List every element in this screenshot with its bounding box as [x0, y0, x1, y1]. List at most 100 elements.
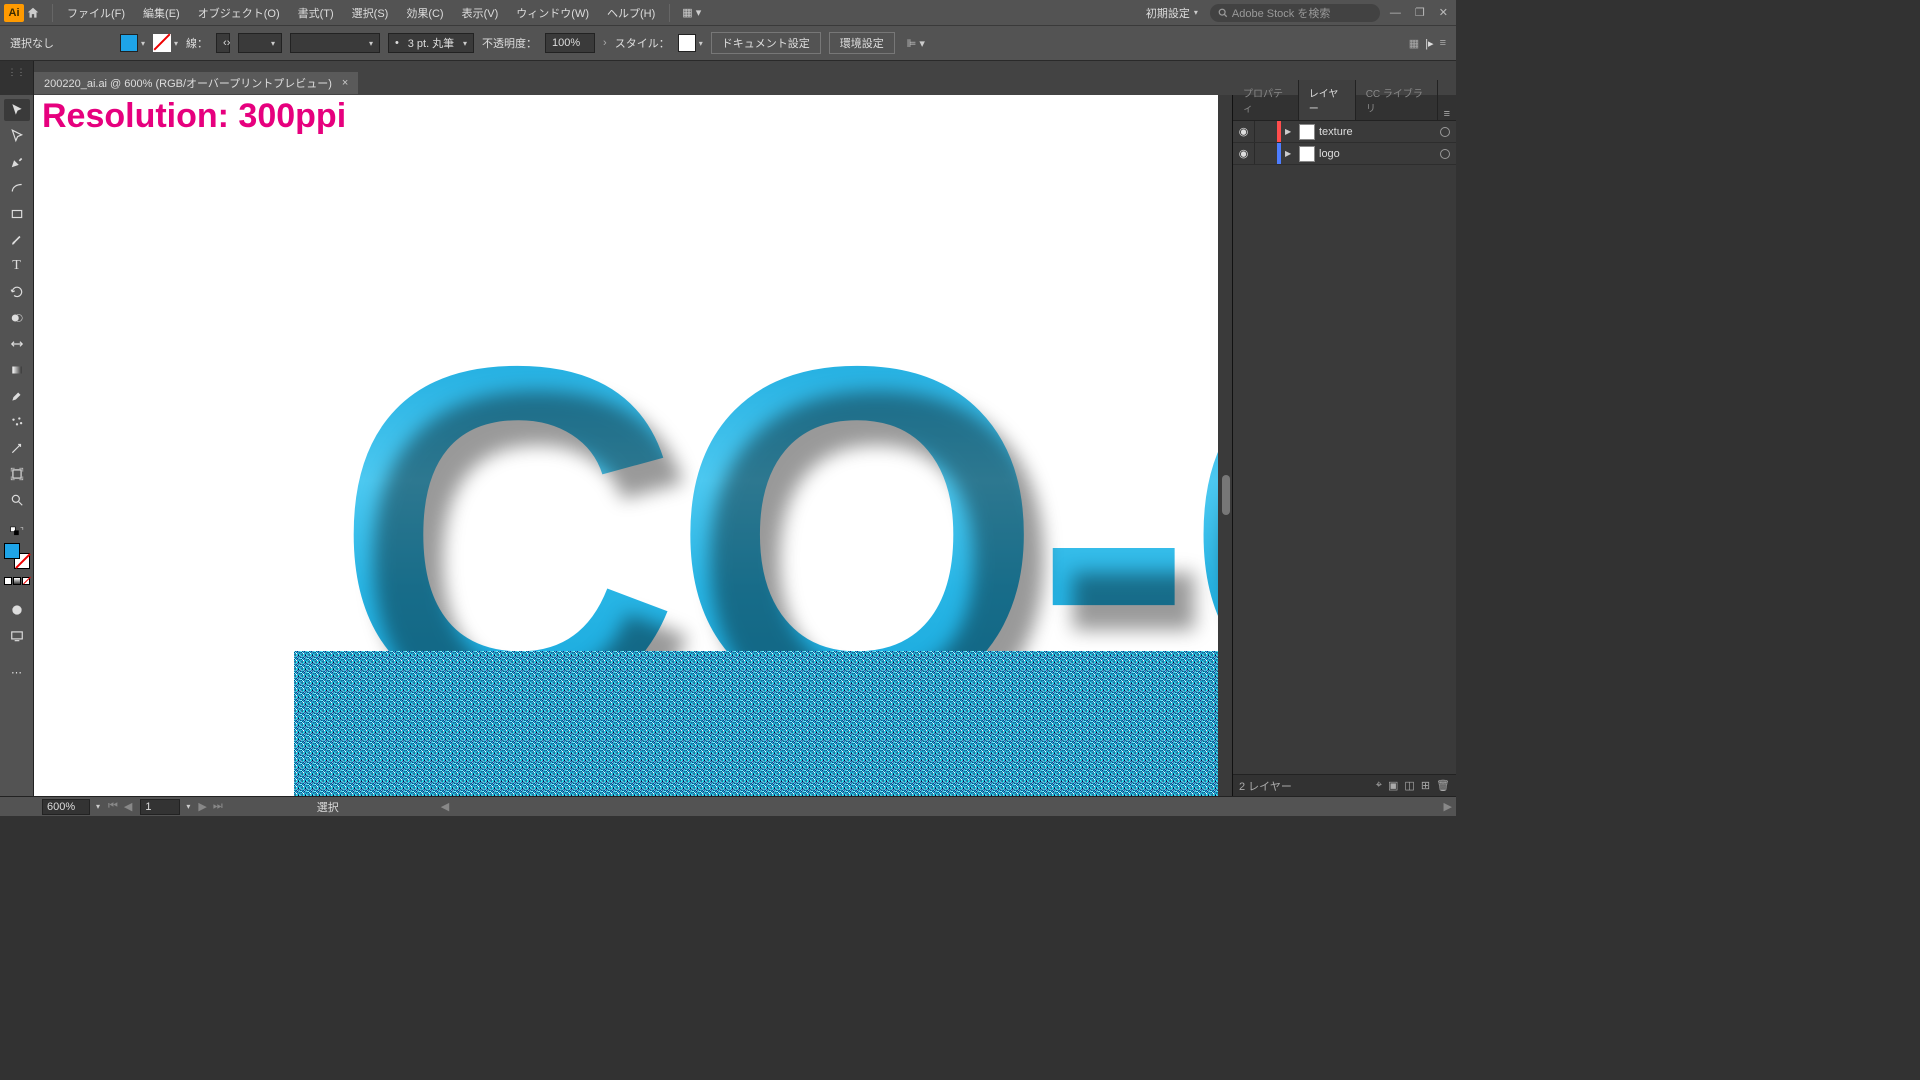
panel-tabs: プロパティ レイヤー CC ライブラリ ≡ [1233, 95, 1456, 121]
artboard-number-field[interactable]: 1 [140, 799, 180, 815]
zoom-menu-icon[interactable]: ▾ [96, 802, 100, 811]
menu-object[interactable]: オブジェクト(O) [190, 5, 288, 21]
layer-thumbnail [1299, 124, 1315, 140]
width-tool[interactable] [4, 333, 30, 355]
toolbar: T ⋯ [0, 95, 34, 796]
scroll-left-icon[interactable]: ◀ [441, 800, 449, 813]
grid-icon[interactable]: ▦ [1409, 37, 1419, 50]
slice-tool[interactable] [4, 437, 30, 459]
eyedropper-tool[interactable] [4, 385, 30, 407]
zoom-field[interactable]: 600% [42, 799, 90, 815]
visibility-icon[interactable]: ◉ [1233, 143, 1255, 164]
tab-cc-libraries[interactable]: CC ライブラリ [1356, 80, 1438, 120]
arrange-documents-icon[interactable]: ▦ ▾ [676, 6, 707, 19]
isolate-icon[interactable]: |▸ [1425, 37, 1433, 50]
locate-layer-icon[interactable]: ⌖ [1376, 779, 1382, 792]
layer-row[interactable]: ◉ ▶ logo [1233, 143, 1456, 165]
menu-file[interactable]: ファイル(F) [59, 5, 133, 21]
artboard: Resolution: 300ppi CO-C [34, 95, 1232, 796]
document-setup-button[interactable]: ドキュメント設定 [711, 32, 821, 54]
artboard-tool[interactable] [4, 463, 30, 485]
opacity-field[interactable]: 100% [545, 33, 595, 53]
gradient-tool[interactable] [4, 359, 30, 381]
tab-gutter: ⋮⋮ [0, 61, 34, 95]
first-artboard-icon[interactable]: ⏮ [106, 800, 120, 813]
color-mode-icons[interactable] [4, 577, 30, 585]
close-icon[interactable]: ✕ [1435, 6, 1452, 19]
maximize-icon[interactable]: ❐ [1411, 6, 1429, 19]
last-artboard-icon[interactable]: ⏭ [211, 800, 225, 813]
menubar: Ai ファイル(F) 編集(E) オブジェクト(O) 書式(T) 選択(S) 効… [0, 0, 1456, 25]
resolution-label: Resolution: 300ppi [42, 97, 346, 136]
zoom-tool[interactable] [4, 489, 30, 511]
shape-builder-tool[interactable] [4, 307, 30, 329]
pen-tool[interactable] [4, 151, 30, 173]
tab-properties[interactable]: プロパティ [1233, 80, 1299, 120]
variable-width-field[interactable]: ▾ [290, 33, 380, 53]
artboard-nav: ⏮ ◀ [106, 800, 134, 813]
panel-menu-icon[interactable]: ≡ [1440, 37, 1446, 49]
draw-mode-icon[interactable] [4, 599, 30, 621]
layer-color [1277, 121, 1281, 142]
style-swatch[interactable]: ▾ [678, 34, 703, 52]
search-field[interactable]: Adobe Stock を検索 [1210, 4, 1380, 22]
tab-layers[interactable]: レイヤー [1299, 80, 1356, 120]
layer-thumbnail [1299, 146, 1315, 162]
style-label: スタイル： [615, 35, 670, 51]
stroke-weight-stepper[interactable]: ‹› [216, 33, 230, 53]
opacity-label: 不透明度： [482, 35, 537, 51]
menu-window[interactable]: ウィンドウ(W) [508, 5, 597, 21]
rotate-tool[interactable] [4, 281, 30, 303]
menu-edit[interactable]: 編集(E) [135, 5, 188, 21]
fill-color-icon[interactable] [4, 543, 20, 559]
layer-name[interactable]: texture [1319, 126, 1436, 138]
document-tab[interactable]: 200220_ai.ai @ 600% (RGB/オーバープリントプレビュー) … [34, 72, 358, 94]
default-fillstroke-icon[interactable] [4, 525, 30, 537]
new-layer-icon[interactable]: ⊞ [1421, 779, 1430, 792]
next-artboard-icon[interactable]: ▶ [196, 800, 208, 813]
edit-toolbar-icon[interactable]: ⋯ [4, 661, 30, 683]
rectangle-tool[interactable] [4, 203, 30, 225]
expand-icon[interactable]: ▶ [1285, 127, 1295, 136]
minimize-icon[interactable]: — [1386, 7, 1405, 19]
align-menu-icon[interactable]: ⊫ ▾ [903, 37, 929, 50]
prev-artboard-icon[interactable]: ◀ [122, 800, 134, 813]
panel-menu-icon[interactable]: ≡ [1438, 108, 1456, 120]
collect-icon[interactable]: ▣ [1388, 779, 1398, 792]
layers-panel: ◉ ▶ texture ◉ ▶ logo [1233, 121, 1456, 774]
stroke-weight-field[interactable]: ▾ [238, 33, 282, 53]
visibility-icon[interactable]: ◉ [1233, 121, 1255, 142]
direct-selection-tool[interactable] [4, 125, 30, 147]
layer-row[interactable]: ◉ ▶ texture [1233, 121, 1456, 143]
symbol-sprayer-tool[interactable] [4, 411, 30, 433]
workspace-switcher[interactable]: 初期設定▾ [1140, 5, 1204, 21]
brush-field[interactable]: •3 pt. 丸筆▾ [388, 33, 474, 53]
menu-view[interactable]: 表示(V) [454, 5, 507, 21]
layer-name[interactable]: logo [1319, 148, 1436, 160]
scroll-right-icon[interactable]: ▶ [1444, 800, 1452, 813]
menu-type[interactable]: 書式(T) [290, 5, 342, 21]
fill-stroke-control[interactable] [4, 543, 30, 569]
stroke-swatch[interactable]: ▾ [153, 34, 178, 52]
type-tool[interactable]: T [4, 255, 30, 277]
preferences-button[interactable]: 環境設定 [829, 32, 895, 54]
screen-mode-icon[interactable] [4, 625, 30, 647]
menu-effect[interactable]: 効果(C) [398, 5, 451, 21]
selection-tool[interactable] [4, 99, 30, 121]
new-sublayer-icon[interactable]: ◫ [1404, 779, 1414, 792]
menu-select[interactable]: 選択(S) [344, 5, 397, 21]
fill-swatch[interactable]: ▾ [120, 34, 145, 52]
home-icon[interactable] [26, 6, 46, 20]
delete-layer-icon[interactable]: 🗑 [1436, 779, 1450, 792]
selection-label: 選択なし [10, 35, 54, 51]
close-tab-icon[interactable]: × [342, 77, 348, 89]
target-icon[interactable] [1440, 127, 1450, 137]
layers-footer: 2 レイヤー ⌖ ▣ ◫ ⊞ 🗑 [1233, 774, 1456, 796]
expand-icon[interactable]: ▶ [1285, 149, 1295, 158]
target-icon[interactable] [1440, 149, 1450, 159]
menu-help[interactable]: ヘルプ(H) [599, 5, 663, 21]
canvas[interactable]: Resolution: 300ppi CO-C [34, 95, 1232, 796]
vertical-scrollbar[interactable] [1218, 95, 1232, 796]
paintbrush-tool[interactable] [4, 229, 30, 251]
curvature-tool[interactable] [4, 177, 30, 199]
